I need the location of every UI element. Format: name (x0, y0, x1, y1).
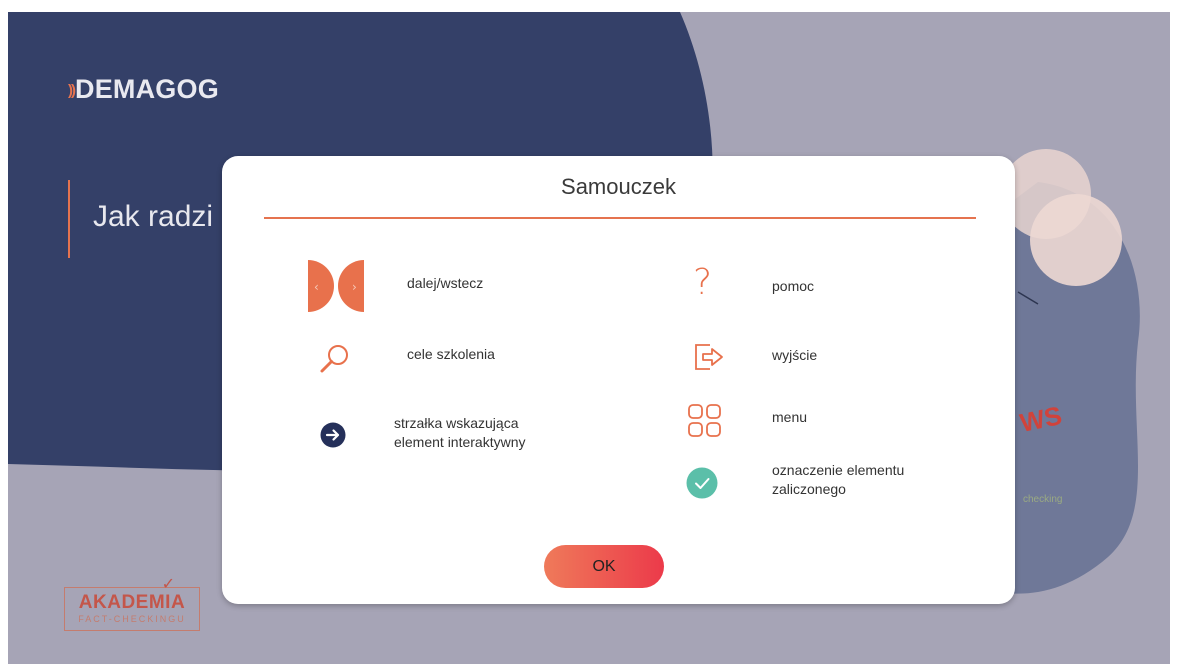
check-circle-icon (686, 467, 718, 504)
legend-label-line2: zaliczonego (772, 481, 846, 497)
grid-menu-icon (687, 403, 723, 444)
search-icon (318, 342, 352, 381)
tutorial-modal: Samouczek ‹ › dalej/wstecz ? pomoc cele … (222, 156, 1015, 604)
next-prev-icon: ‹ › (308, 260, 364, 317)
sound-waves-icon: )) (68, 82, 76, 99)
legend-label-line1: strzałka wskazująca (394, 415, 519, 431)
modal-divider (264, 217, 976, 219)
prev-glyph: ‹ (314, 280, 319, 294)
legend-label-line2: element interaktywny (394, 434, 526, 450)
legend-label-completed: oznaczenie elementu zaliczonego (772, 461, 904, 499)
legend-label-goals: cele szkolenia (407, 346, 495, 362)
arrow-right-circle-icon (320, 422, 346, 453)
checkmark-icon: ✓ (161, 576, 175, 593)
modal-title: Samouczek (561, 174, 676, 199)
legend-label-menu: menu (772, 409, 808, 425)
akademia-logo-title: AKADEMIA (78, 592, 186, 613)
news-graphic-subtext: checking (1023, 494, 1063, 505)
legend-label-exit: wyjście (772, 347, 818, 363)
exit-icon (692, 341, 728, 378)
legend-label-next-prev: dalej/wstecz (407, 275, 484, 291)
next-glyph: › (352, 280, 357, 294)
page-title: Jak radzi (93, 200, 214, 233)
logo-text: DEMAGOG (75, 74, 219, 104)
question-glyph: ? (693, 262, 713, 303)
legend-label-interactive-arrow: strzałka wskazująca element interaktywny (394, 414, 526, 452)
title-accent-bar (68, 180, 70, 258)
legend-label-line1: oznaczenie elementu (772, 462, 905, 478)
akademia-logo: ✓ AKADEMIA FACT-CHECKINGU (64, 576, 200, 631)
demagog-logo: ))DEMAGOG (68, 74, 219, 105)
question-icon: ? (693, 262, 712, 303)
legend-label-help: pomoc (772, 278, 815, 294)
ok-button[interactable]: OK (544, 545, 664, 588)
akademia-logo-subtitle: FACT-CHECKINGU (78, 614, 186, 624)
